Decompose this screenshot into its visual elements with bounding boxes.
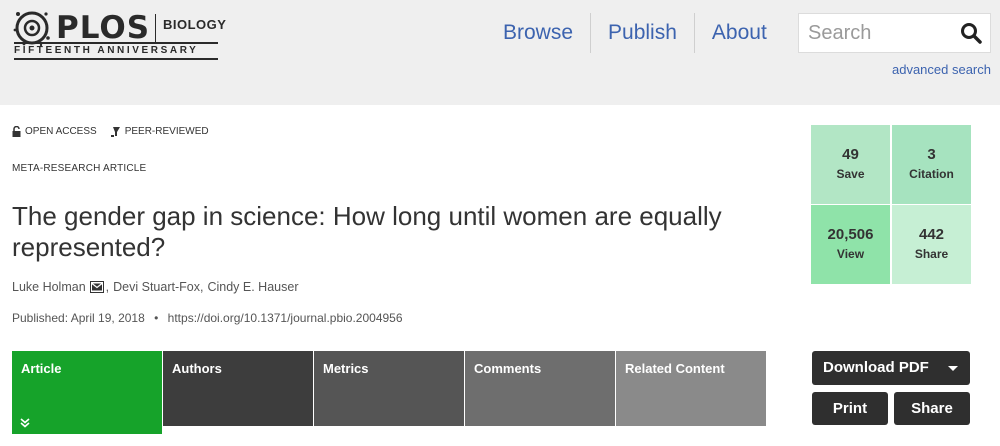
article-title: The gender gap in science: How long unti…	[12, 201, 722, 262]
download-pdf-label: Download PDF	[823, 359, 929, 376]
author-name[interactable]: Luke Holman	[12, 280, 86, 294]
metric-label: Share	[914, 247, 949, 261]
open-access-flag: OPEN ACCESS	[12, 126, 97, 137]
metric-value: 49	[842, 146, 859, 163]
tab-label: Comments	[474, 361, 542, 376]
tab-label: Metrics	[323, 361, 369, 376]
tab-article[interactable]: Article	[12, 351, 162, 434]
metric-value: 20,506	[827, 226, 874, 243]
journal-name: BIOLOGY	[163, 17, 227, 32]
nav-publish[interactable]: Publish	[590, 13, 694, 53]
article-flags: OPEN ACCESS PEER-REVIEWED	[12, 126, 223, 137]
tab-related-content[interactable]: Related Content	[616, 351, 766, 426]
brand-name: PLOS	[56, 10, 151, 46]
metric-save[interactable]: 49 Save	[811, 125, 890, 204]
article-type: META-RESEARCH ARTICLE	[12, 163, 147, 174]
published-label: Published:	[12, 311, 69, 325]
author-separator: ,	[105, 280, 110, 294]
search-input[interactable]	[799, 14, 954, 52]
metric-view[interactable]: 20,506 View	[811, 205, 890, 284]
tab-comments[interactable]: Comments	[465, 351, 615, 426]
plos-biology-logo[interactable]: PLOS BIOLOGY FIFTEENTH ANNIVERSARY	[12, 8, 226, 64]
anniversary-tagline: FIFTEENTH ANNIVERSARY	[14, 45, 199, 56]
main-nav: Browse Publish About	[486, 13, 784, 53]
published-date: April 19, 2018	[70, 311, 145, 325]
metric-citation[interactable]: 3 Citation	[892, 125, 971, 204]
site-header: PLOS BIOLOGY FIFTEENTH ANNIVERSARY Brows…	[0, 0, 1000, 105]
print-button[interactable]: Print	[812, 392, 888, 425]
nav-about[interactable]: About	[693, 13, 784, 53]
download-pdf-button[interactable]: Download PDF	[812, 351, 970, 385]
bullet-separator: •	[154, 311, 159, 325]
double-chevron-down-icon	[20, 418, 30, 428]
article-tabs: Article Authors Metrics Comments Related…	[12, 351, 767, 434]
author-list: Luke Holman , Devi Stuart-Fox , Cindy E.…	[12, 280, 298, 294]
tab-label: Article	[21, 361, 62, 376]
author-name[interactable]: Devi Stuart-Fox	[113, 280, 200, 294]
logo-rule-bottom	[14, 58, 218, 60]
doi-link[interactable]: https://doi.org/10.1371/journal.pbio.200…	[168, 311, 403, 325]
metric-label: Citation	[909, 167, 954, 181]
peer-reviewed-flag: PEER-REVIEWED	[110, 126, 209, 137]
search-box	[798, 13, 991, 53]
search-icon[interactable]	[960, 22, 982, 44]
logo-rule-top	[14, 42, 218, 44]
author-name[interactable]: Cindy E. Hauser	[207, 280, 298, 294]
advanced-search-link[interactable]: advanced search	[892, 62, 991, 77]
tab-label: Authors	[172, 361, 222, 376]
pen-icon	[110, 127, 120, 137]
metric-share[interactable]: 442 Share	[892, 205, 971, 284]
metric-value: 3	[927, 146, 936, 163]
share-button[interactable]: Share	[894, 392, 970, 425]
author-separator: ,	[199, 280, 204, 294]
metric-value: 442	[918, 226, 945, 243]
publication-line: Published: April 19, 2018 • https://doi.…	[12, 311, 403, 325]
metric-label: View	[836, 247, 865, 261]
tab-metrics[interactable]: Metrics	[314, 351, 464, 426]
tab-label: Related Content	[625, 361, 725, 376]
open-access-label: OPEN ACCESS	[25, 126, 97, 137]
logo-divider	[155, 14, 156, 42]
caret-down-icon[interactable]	[948, 366, 958, 371]
tab-authors[interactable]: Authors	[163, 351, 313, 426]
nav-browse[interactable]: Browse	[486, 13, 590, 53]
peer-reviewed-label: PEER-REVIEWED	[124, 126, 209, 137]
metric-label: Save	[836, 167, 865, 181]
email-icon[interactable]	[89, 281, 104, 293]
article-metrics: 49 Save 3 Citation 20,506 View 442 Share	[811, 125, 971, 284]
unlock-icon	[12, 126, 21, 137]
